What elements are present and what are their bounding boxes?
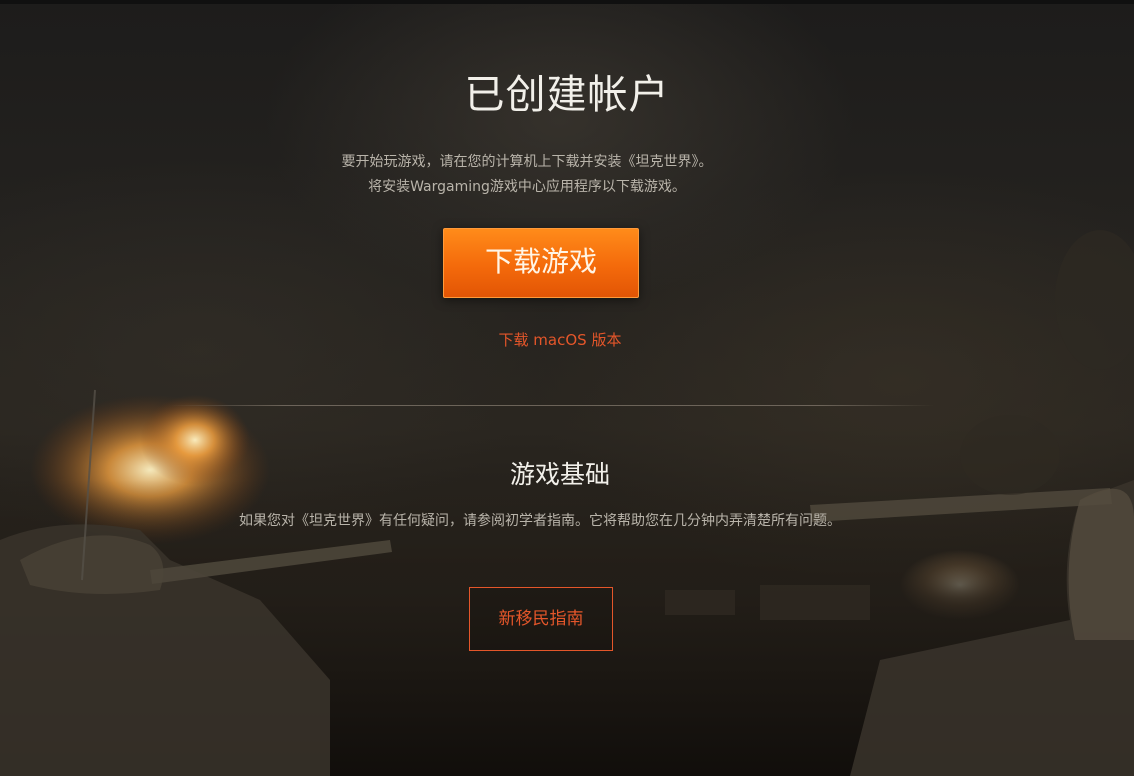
download-macos-link[interactable]: 下载 macOS 版本 — [0, 329, 1134, 350]
account-created-page: 已创建帐户 要开始玩游戏，请在您的计算机上下载并安装《坦克世界》。 将安装War… — [0, 0, 1134, 776]
download-game-button[interactable]: 下载游戏 — [443, 228, 639, 298]
newcomer-guide-button[interactable]: 新移民指南 — [469, 587, 613, 651]
intro-line-1: 要开始玩游戏，请在您的计算机上下载并安装《坦克世界》。 — [341, 154, 713, 170]
game-basics-title: 游戏基础 — [0, 455, 1134, 491]
intro-text: 要开始玩游戏，请在您的计算机上下载并安装《坦克世界》。 将安装Wargaming… — [0, 150, 1134, 200]
game-basics-text: 如果您对《坦克世界》有任何疑问，请参阅初学者指南。它将帮助您在几分钟内弄清楚所有… — [239, 513, 841, 529]
intro-line-2: 将安装Wargaming游戏中心应用程序以下载游戏。 — [368, 179, 686, 195]
page-title: 已创建帐户 — [464, 72, 670, 118]
download-macos-link-label: 下载 macOS 版本 — [498, 331, 622, 349]
section-divider — [170, 405, 934, 406]
game-basics-title-text: 游戏基础 — [509, 460, 610, 489]
